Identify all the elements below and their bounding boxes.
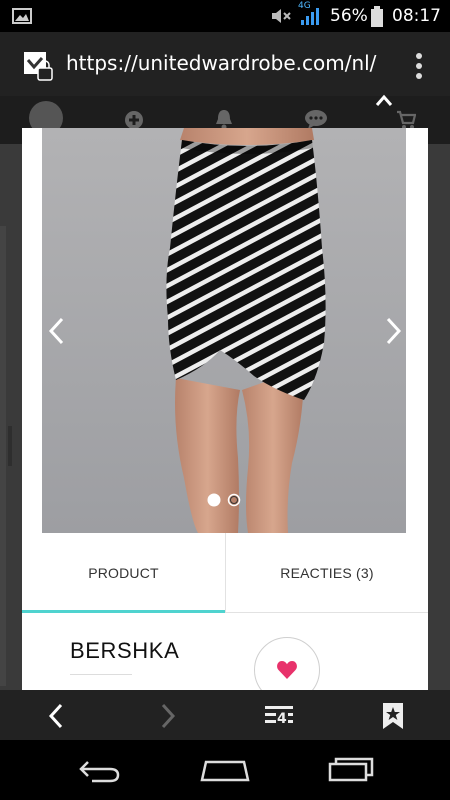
notifications-bell-icon[interactable] xyxy=(214,108,234,130)
url-field[interactable]: https://unitedwardrobe.com/nl/ xyxy=(66,51,382,75)
tab-product[interactable]: PRODUCT xyxy=(22,533,225,613)
battery-icon xyxy=(371,6,383,27)
carousel-pagination xyxy=(207,493,241,507)
heart-icon xyxy=(277,661,297,679)
product-modal: PRODUCT REACTIES (3) BERSHKA xyxy=(22,128,428,690)
shopping-cart-icon[interactable] xyxy=(396,110,416,130)
gallery-notification-icon xyxy=(12,8,32,24)
brand-divider xyxy=(70,674,132,675)
muted-speaker-icon xyxy=(272,9,291,23)
battery-percent: 56% xyxy=(330,6,368,26)
system-back-icon[interactable] xyxy=(78,758,122,784)
previous-image-arrow-icon[interactable] xyxy=(46,316,66,346)
product-image-carousel[interactable] xyxy=(42,128,406,533)
next-image-arrow-icon[interactable] xyxy=(384,316,404,346)
system-home-icon[interactable] xyxy=(200,758,250,782)
system-recents-icon[interactable] xyxy=(326,756,374,782)
favorite-button[interactable] xyxy=(254,637,320,690)
bookmarks-icon[interactable] xyxy=(382,702,404,730)
product-photo xyxy=(42,128,406,533)
svg-text:4: 4 xyxy=(277,711,287,727)
site-favicon-icon xyxy=(24,52,53,81)
browser-back-icon[interactable] xyxy=(46,702,66,730)
tabs-switcher-icon[interactable]: 4 xyxy=(264,703,296,729)
browser-address-bar: https://unitedwardrobe.com/nl/ xyxy=(0,32,450,96)
messages-chat-icon[interactable] xyxy=(304,108,328,130)
status-bar: 4G 56% 08:17 xyxy=(0,0,450,32)
carousel-dot-active[interactable] xyxy=(207,493,221,507)
tab-bottom-border xyxy=(226,612,428,613)
add-item-icon[interactable] xyxy=(124,110,144,130)
browser-toolbar: 4 xyxy=(0,690,450,740)
signal-strength-icon xyxy=(301,8,319,25)
tab-reacties-label: REACTIES (3) xyxy=(280,565,374,581)
overflow-menu-icon[interactable] xyxy=(414,52,424,80)
active-tab-indicator xyxy=(22,610,225,613)
product-brand: BERSHKA xyxy=(70,638,180,663)
browser-forward-icon[interactable] xyxy=(158,702,178,730)
close-modal-icon[interactable] xyxy=(375,93,393,107)
system-navigation-bar xyxy=(0,740,450,800)
clock: 08:17 xyxy=(392,6,441,26)
tab-product-label: PRODUCT xyxy=(88,565,159,581)
tab-reacties[interactable]: REACTIES (3) xyxy=(226,533,428,613)
